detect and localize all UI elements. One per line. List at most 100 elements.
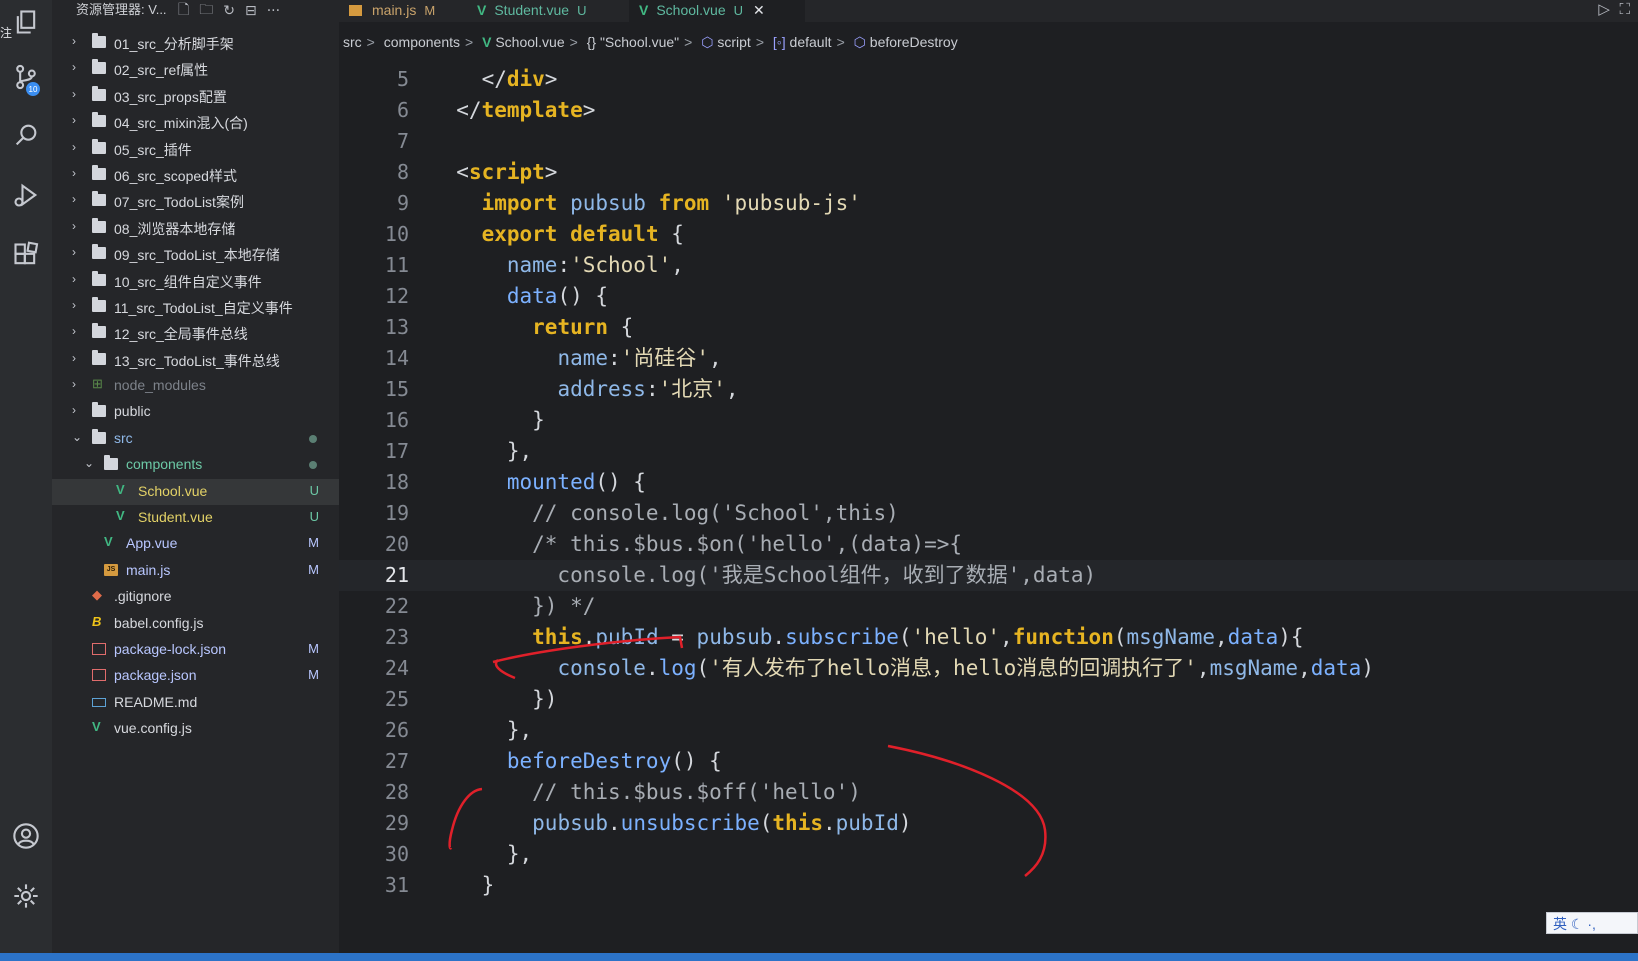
tab-status: U [733, 3, 744, 18]
folder-icon [92, 191, 106, 207]
tree-item[interactable]: V Student.vue U [52, 505, 339, 531]
breadcrumb-item[interactable]: components [384, 34, 460, 50]
breadcrumb: src > components > V School.vue > {} "Schoo… [343, 34, 958, 50]
tab-main-js[interactable]: main.js M [339, 0, 477, 22]
explorer-toolbar: 🗋 🗀 ↻ ⊟ ··· [178, 0, 280, 22]
tab-label: School.vue [656, 2, 726, 18]
code-text: name:'尚硅谷', [557, 346, 722, 370]
folder-icon [92, 402, 106, 418]
code-editor[interactable]: 5 </div> 6 </template> 7 8 <script> 9 import… [339, 58, 1638, 953]
folder-icon [92, 296, 106, 312]
extensions-icon[interactable] [0, 233, 52, 277]
search-icon[interactable] [0, 113, 52, 157]
tree-item[interactable]: JS main.js M [52, 558, 339, 584]
tree-item-label: Student.vue [138, 509, 213, 526]
chevron-right-icon[interactable]: › [72, 351, 84, 365]
run-debug-icon[interactable] [0, 173, 52, 217]
babel-file-icon: B [92, 613, 102, 629]
code-text: console.log('有人发布了hello消息，hello消息的回调执行了'… [557, 656, 1374, 680]
editor-actions: ▷ ⛶ [1598, 0, 1630, 18]
tree-item[interactable]: › 07_src_TodoList案例 [52, 188, 339, 214]
breadcrumb-item[interactable]: beforeDestroy [870, 34, 958, 50]
chevron-right-icon[interactable]: › [72, 192, 84, 206]
breadcrumb-item[interactable]: src [343, 34, 362, 50]
line-number: 21 [384, 563, 409, 587]
tree-item[interactable]: V App.vue M [52, 531, 339, 557]
tab-label: Student.vue [494, 2, 570, 18]
more-icon[interactable]: ··· [267, 3, 280, 19]
tree-item[interactable]: › 09_src_TodoList_本地存储 [52, 241, 339, 267]
tree-item[interactable]: ⌄ src [52, 426, 339, 452]
code-text: console.log('我是School组件，收到了数据',data) [431, 563, 1097, 587]
chevron-right-icon[interactable]: › [72, 219, 84, 233]
settings-icon[interactable] [0, 874, 52, 918]
chevron-right-icon[interactable]: › [72, 403, 84, 417]
code-text: pubsub.unsubscribe(this.pubId) [532, 811, 912, 835]
breadcrumb-item[interactable]: script [717, 34, 750, 50]
chevron-down-icon[interactable]: ⌄ [72, 430, 84, 444]
run-icon[interactable]: ▷ [1598, 0, 1610, 18]
tree-item[interactable]: ⌄ components [52, 452, 339, 478]
new-file-icon[interactable]: 🗋 [178, 0, 189, 23]
chevron-right-icon[interactable]: › [72, 298, 84, 312]
collapse-all-icon[interactable]: ⊟ [245, 3, 257, 19]
tree-item[interactable]: V School.vue U [52, 478, 339, 506]
tree-item[interactable]: › 11_src_TodoList_自定义事件 [52, 294, 339, 320]
line-number: 27 [384, 749, 409, 773]
tree-item[interactable]: › ⊞ node_modules [52, 373, 339, 399]
breadcrumb-item[interactable]: {} "School.vue" [587, 34, 679, 50]
explorer-icon[interactable] [0, 0, 52, 44]
chevron-right-icon[interactable]: › [72, 60, 84, 74]
tab-student-vue[interactable]: V Student.vue U [467, 0, 639, 22]
new-folder-icon[interactable]: 🗀 [199, 0, 213, 23]
tree-item[interactable]: › 05_src_插件 [52, 136, 339, 162]
tree-item[interactable]: › 12_src_全局事件总线 [52, 320, 339, 346]
chevron-right-icon[interactable]: › [72, 166, 84, 180]
tree-item[interactable]: README.md [52, 690, 339, 716]
node-modules-icon: ⊞ [92, 376, 103, 392]
refresh-icon[interactable]: ↻ [223, 3, 235, 19]
chevron-right-icon[interactable]: › [72, 272, 84, 286]
tree-item[interactable]: › 01_src_分析脚手架 [52, 30, 339, 56]
breadcrumb-item[interactable]: default [790, 34, 832, 50]
tree-item[interactable]: Vvue.config.js [52, 716, 339, 742]
split-editor-icon[interactable]: ⛶ [1619, 0, 1630, 18]
code-text: </template> [431, 98, 596, 122]
tree-item[interactable]: › 13_src_TodoList_事件总线 [52, 347, 339, 373]
tree-item[interactable]: › 08_浏览器本地存储 [52, 215, 339, 241]
ime-label: 英 [1553, 916, 1567, 932]
chevron-right-icon[interactable]: › [72, 87, 84, 101]
tree-item[interactable]: › public [52, 399, 339, 425]
chevron-right-icon[interactable]: › [72, 140, 84, 154]
tree-item[interactable]: › 03_src_props配置 [52, 83, 339, 109]
chevron-right-icon[interactable]: › [72, 324, 84, 338]
modified-dot-icon [309, 434, 317, 443]
chevron-right-icon[interactable]: › [72, 377, 84, 391]
tree-item[interactable]: Bbabel.config.js [52, 611, 339, 637]
tree-item-label: .gitignore [114, 588, 172, 605]
tree-item[interactable]: package-lock.json M [52, 637, 339, 663]
editor-tabs: main.js M V Student.vue U V School.vue U ✕ ▷ ⛶ [339, 0, 1638, 22]
chevron-right-icon[interactable]: › [72, 245, 84, 259]
chevron-down-icon[interactable]: ⌄ [84, 456, 96, 470]
tree-item[interactable]: › 10_src_组件自定义事件 [52, 268, 339, 294]
scm-badge: 10 [26, 82, 40, 96]
chevron-right-icon[interactable]: › [72, 34, 84, 48]
ime-indicator[interactable]: 英 ☾ ·, [1546, 912, 1638, 934]
tree-item[interactable]: ◆ .gitignore [52, 584, 339, 610]
tab-school-vue[interactable]: V School.vue U ✕ [629, 0, 805, 22]
breadcrumb-item[interactable]: School.vue [495, 34, 564, 50]
tree-item[interactable]: › 04_src_mixin混入(合) [52, 109, 339, 135]
vue-file-icon: V [104, 534, 113, 550]
json-file-icon [92, 642, 106, 655]
tree-item[interactable]: package.json M [52, 663, 339, 689]
code-text: this.pubId = pubsub.subscribe('hello',fu… [532, 625, 1304, 649]
chevron-right-icon[interactable]: › [72, 113, 84, 127]
line-number: 7 [396, 129, 409, 153]
tree-item-label: package.json [114, 667, 197, 684]
account-icon[interactable] [0, 814, 52, 858]
tree-item[interactable]: › 02_src_ref属性 [52, 56, 339, 82]
tree-item[interactable]: › 06_src_scoped样式 [52, 162, 339, 188]
close-icon[interactable]: ✕ [753, 2, 765, 18]
line-number: 23 [384, 625, 409, 649]
